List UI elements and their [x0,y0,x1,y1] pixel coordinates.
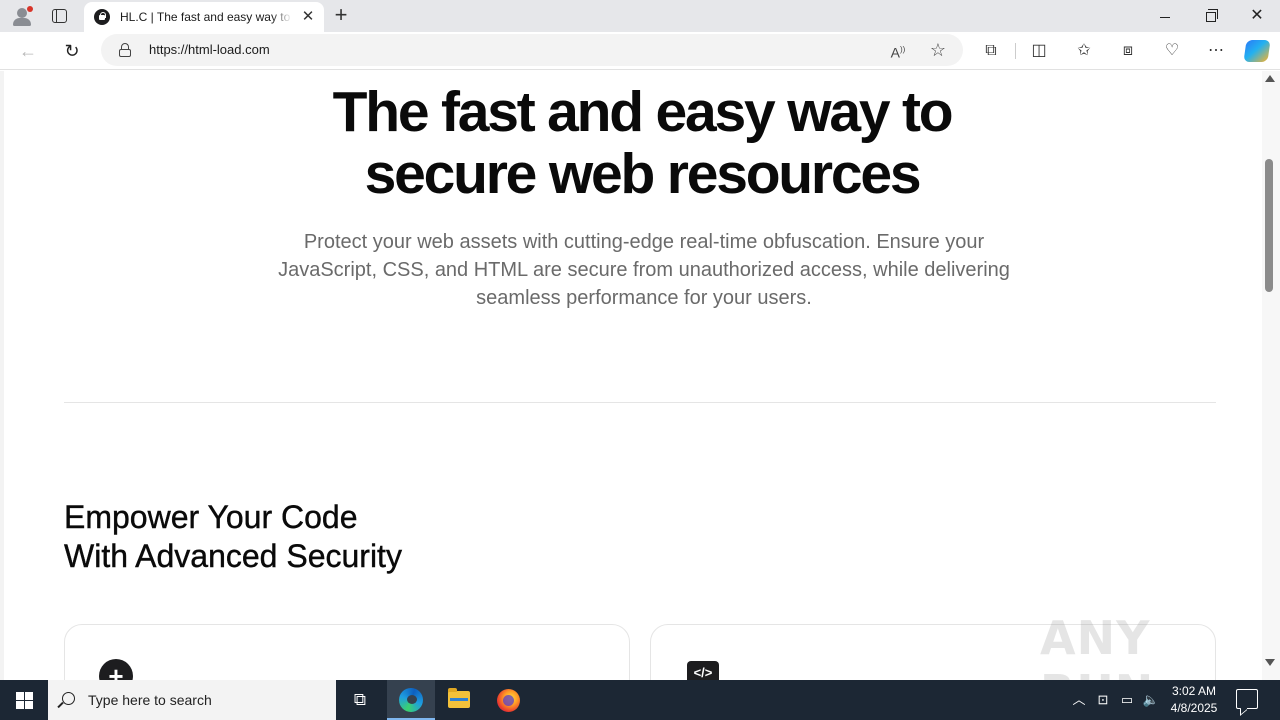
taskbar: Type here to search ⧉ ︿ ⊡ ▭ 🔈 3:02 AM 4/… [0,680,1280,720]
browser-title-bar: HL.C | The fast and easy way to secure w… [0,0,1280,32]
taskbar-clock[interactable]: 3:02 AM 4/8/2025 [1164,683,1224,717]
add-favorite-icon[interactable]: ☆ [927,39,949,61]
scroll-down-icon[interactable] [1265,659,1275,666]
meet-now-icon[interactable]: ⊡ [1092,680,1114,720]
windows-start-icon[interactable] [0,680,48,720]
search-icon [62,692,75,705]
url-text[interactable]: https://html-load.com [149,42,270,57]
task-view-icon[interactable]: ⧉ [336,680,384,720]
window-close-button[interactable]: ✕ [1234,0,1280,32]
read-aloud-icon[interactable]: A)) [887,39,909,61]
copilot-icon[interactable] [1243,40,1271,62]
tab-actions-icon[interactable] [49,6,71,26]
page-viewport: The fast and easy way to secure web reso… [0,71,1262,680]
hero-subtitle: Protect your web assets with cutting-edg… [278,231,1010,309]
file-explorer-icon[interactable] [435,680,483,720]
address-bar[interactable]: https://html-load.com A)) ☆ [101,34,963,66]
feature-card: + [64,624,630,680]
network-icon[interactable]: ▭ [1115,680,1139,720]
hero-title-line-2: secure web resources [364,142,922,206]
scroll-up-icon[interactable] [1265,75,1275,82]
show-hidden-icons-icon[interactable]: ︿ [1068,680,1090,720]
more-icon[interactable]: ⋯ [1202,38,1230,64]
window-minimize-button[interactable] [1142,0,1188,32]
plus-circle-icon: + [99,659,133,680]
reload-button[interactable]: ↻ [57,36,87,66]
window-restore-button[interactable] [1188,0,1234,32]
taskbar-search-box[interactable]: Type here to search [48,680,336,720]
page-scrollbar[interactable] [1262,71,1280,680]
hero-title-line-1: The fast and easy way to [332,80,954,144]
toolbar-separator [1015,43,1016,59]
collections-icon[interactable]: ⧈ [1114,38,1142,64]
tab-title: HL.C | The fast and easy way to secure w… [120,10,292,24]
clock-time: 3:02 AM [1171,684,1217,698]
lock-icon[interactable] [119,43,131,57]
profile-avatar-icon[interactable] [10,5,34,27]
edge-icon[interactable] [387,680,435,720]
extensions-icon[interactable]: ⧉ [977,38,1005,64]
hero-title: The fast and easy way to secure web reso… [4,81,1262,205]
favorites-icon[interactable]: ✩ [1070,38,1098,64]
firefox-icon[interactable] [484,680,532,720]
browser-essentials-icon[interactable]: ♡ [1158,38,1186,64]
clock-date: 4/8/2025 [1170,701,1218,715]
watermark-logo: ANY RUN [1040,611,1153,680]
browser-toolbar: ← ↻ https://html-load.com A)) ☆ ⧉ ◫ ✩ ⧈ … [0,32,1280,70]
section-title: Empower Your Code With Advanced Security [64,498,402,576]
volume-icon[interactable]: 🔈 [1140,680,1162,720]
site-favicon-icon [94,9,110,25]
scrollbar-thumb[interactable] [1265,159,1273,292]
code-icon: </> [687,661,719,680]
section-divider [64,402,1216,403]
tab-close-icon[interactable]: ✕ [300,9,316,25]
browser-tab-active[interactable]: HL.C | The fast and easy way to secure w… [84,2,324,32]
back-button[interactable]: ← [13,36,43,66]
new-tab-button[interactable]: + [330,4,352,27]
section-title-line-2: With Advanced Security [64,538,402,574]
taskbar-search-placeholder: Type here to search [88,692,212,708]
notifications-icon[interactable] [1236,689,1258,709]
section-title-line-1: Empower Your Code [64,499,358,535]
split-screen-icon[interactable]: ◫ [1025,38,1053,64]
